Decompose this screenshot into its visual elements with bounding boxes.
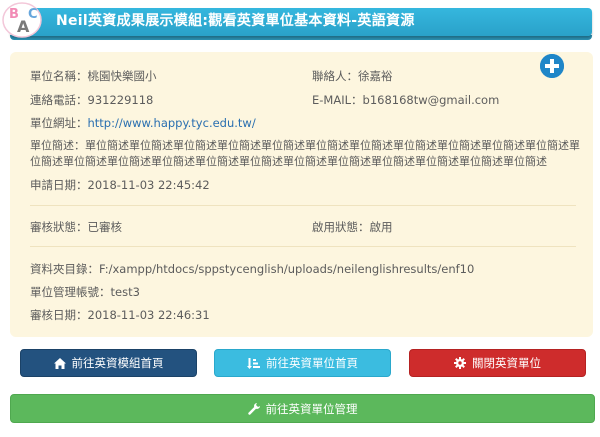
review-date-value: 2018-11-03 22:46:31 (87, 308, 210, 322)
folder-value: F:/xampp/htdocs/sppstycenglish/uploads/n… (99, 262, 475, 276)
unit-name-row: 單位名稱：桃園快樂國小 (30, 68, 157, 84)
go-unit-home-button[interactable]: 前往英資單位首頁 (214, 349, 391, 377)
close-unit-label: 關閉英資單位 (472, 356, 541, 370)
unit-name-value: 桃園快樂國小 (87, 69, 157, 83)
review-date-label: 審核日期： (30, 308, 88, 322)
logo-letter-c: C (28, 7, 38, 22)
review-date-row: 審核日期：2018-11-03 22:46:31 (30, 307, 210, 323)
folder-row: 資料夾目錄：F:/xampp/htdocs/sppstycenglish/upl… (30, 261, 474, 277)
bac-logo-icon: B A C (2, 0, 46, 40)
enable-status-value: 啟用 (369, 220, 393, 234)
phone-value: 931229118 (87, 93, 154, 107)
enable-status-row: 啟用狀態：啟用 (312, 219, 393, 235)
phone-label: 連絡電話： (30, 93, 88, 107)
description-row: 單位簡述：單位簡述單位簡述單位簡述單位簡述單位簡述單位簡述單位簡述單位簡述單位簡… (30, 138, 580, 170)
url-label: 單位網址： (30, 116, 88, 130)
contact-value: 徐嘉裕 (358, 69, 393, 83)
plus-circle-icon (540, 54, 564, 78)
review-status-row: 審核狀態：已審核 (30, 219, 122, 235)
add-button[interactable] (540, 54, 564, 78)
go-module-home-label: 前往英資模組首頁 (71, 356, 164, 370)
gear-icon (454, 357, 466, 369)
divider (30, 205, 576, 206)
url-row: 單位網址：http://www.happy.tyc.edu.tw/ (30, 115, 256, 131)
email-value: b168168tw@gmail.com (362, 93, 500, 107)
description-label: 單位簡述： (30, 139, 85, 152)
close-unit-button[interactable]: 關閉英資單位 (409, 349, 586, 377)
sort-amount-icon (247, 357, 260, 369)
folder-label: 資料夾目錄： (30, 262, 99, 276)
email-row: E-MAIL：b168168tw@gmail.com (312, 92, 499, 108)
apply-date-label: 申請日期： (30, 178, 88, 192)
divider (30, 246, 576, 247)
go-unit-manage-label: 前往英資單位管理 (265, 401, 358, 416)
page-header: B A C Neil英資成果展示模組:觀看英資單位基本資料-英語資源 (0, 0, 600, 40)
home-icon (53, 357, 66, 369)
contact-row: 聯絡人：徐嘉裕 (312, 68, 393, 84)
page-title: Neil英資成果展示模組:觀看英資單位基本資料-英語資源 (56, 13, 415, 29)
account-label: 單位管理帳號： (30, 285, 111, 299)
unit-url-link[interactable]: http://www.happy.tyc.edu.tw/ (88, 116, 256, 130)
description-value: 單位簡述單位簡述單位簡述單位簡述單位簡述單位簡述單位簡述單位簡述單位簡述單位簡述… (30, 139, 580, 168)
email-label: E-MAIL： (312, 93, 363, 107)
review-status-label: 審核狀態： (30, 220, 88, 234)
review-status-value: 已審核 (87, 220, 123, 234)
go-unit-home-label: 前往英資單位首頁 (266, 356, 358, 370)
account-value: test3 (110, 285, 140, 299)
go-unit-manage-button[interactable]: 前往英資單位管理 (10, 394, 595, 423)
wrench-icon (247, 402, 260, 415)
phone-row: 連絡電話：931229118 (30, 92, 153, 108)
account-row: 單位管理帳號：test3 (30, 284, 140, 300)
go-module-home-button[interactable]: 前往英資模組首頁 (20, 349, 197, 377)
apply-date-value: 2018-11-03 22:45:42 (87, 178, 210, 192)
enable-status-label: 啟用狀態： (312, 220, 370, 234)
apply-date-row: 申請日期：2018-11-03 22:45:42 (30, 177, 210, 193)
unit-name-label: 單位名稱： (30, 69, 88, 83)
contact-label: 聯絡人： (312, 69, 358, 83)
